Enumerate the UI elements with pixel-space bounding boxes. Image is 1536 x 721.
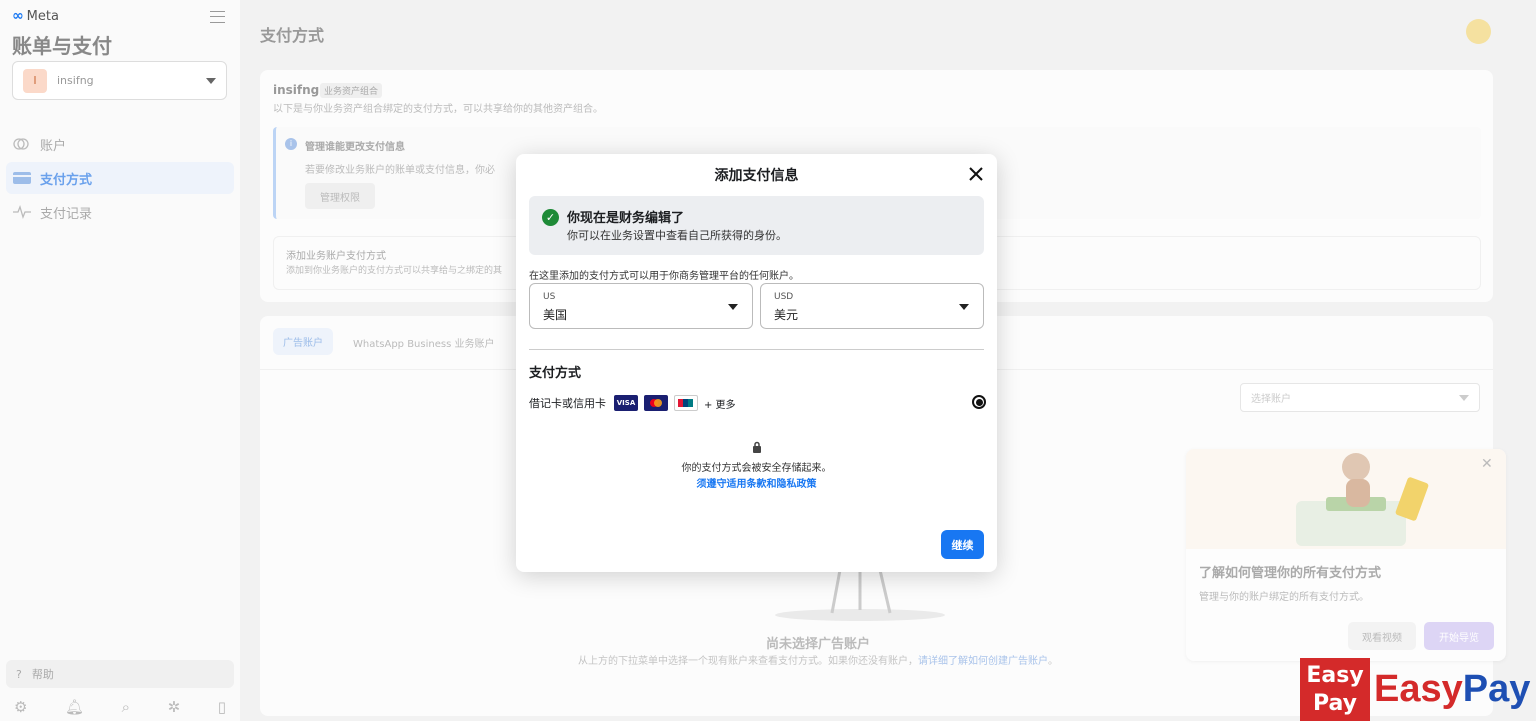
success-text: 你可以在业务设置中查看自己所获得的身份。	[567, 229, 787, 242]
country-code: US	[543, 292, 556, 302]
check-circle-icon: ✓	[542, 209, 559, 226]
unionpay-icon	[674, 395, 698, 411]
currency-dropdown[interactable]: USD 美元	[760, 283, 984, 329]
dialog-description: 在这里添加的支付方式可以用于你商务管理平台的任何账户。	[529, 271, 799, 282]
success-title: 你现在是财务编辑了	[567, 211, 685, 226]
card-option[interactable]: 借记卡或信用卡 VISA + 更多	[529, 395, 736, 411]
terms-link[interactable]: 须遵守适用条款和隐私政策	[516, 475, 997, 490]
close-icon[interactable]	[966, 164, 986, 184]
chevron-down-icon	[728, 304, 738, 310]
lock-icon	[753, 441, 761, 453]
payment-method-heading: 支付方式	[529, 366, 582, 381]
divider	[529, 349, 984, 350]
currency-code: USD	[774, 292, 794, 302]
dialog-title: 添加支付信息	[714, 168, 799, 184]
card-option-label: 借记卡或信用卡	[529, 397, 606, 410]
easypay-logo-text: EasyPay	[1374, 668, 1530, 711]
country-dropdown[interactable]: US 美国	[529, 283, 753, 329]
more-cards-label: + 更多	[704, 399, 736, 411]
secure-storage-text: 你的支付方式会被安全存储起来。	[681, 463, 832, 474]
logo-text-pay: Pay	[1462, 668, 1531, 710]
radio-dot	[975, 398, 983, 406]
continue-button[interactable]: 继续	[941, 530, 984, 559]
country-value: 美国	[543, 308, 568, 322]
visa-icon: VISA	[614, 395, 638, 411]
mastercard-icon	[644, 395, 668, 411]
easypay-logo-box: Easy Pay	[1300, 658, 1370, 721]
card-option-radio[interactable]	[972, 395, 986, 409]
currency-value: 美元	[774, 308, 799, 322]
logo-line-2: Pay	[1312, 691, 1358, 716]
chevron-down-icon	[959, 304, 969, 310]
logo-line-1: Easy	[1306, 663, 1364, 688]
logo-text-easy: Easy	[1374, 668, 1463, 710]
